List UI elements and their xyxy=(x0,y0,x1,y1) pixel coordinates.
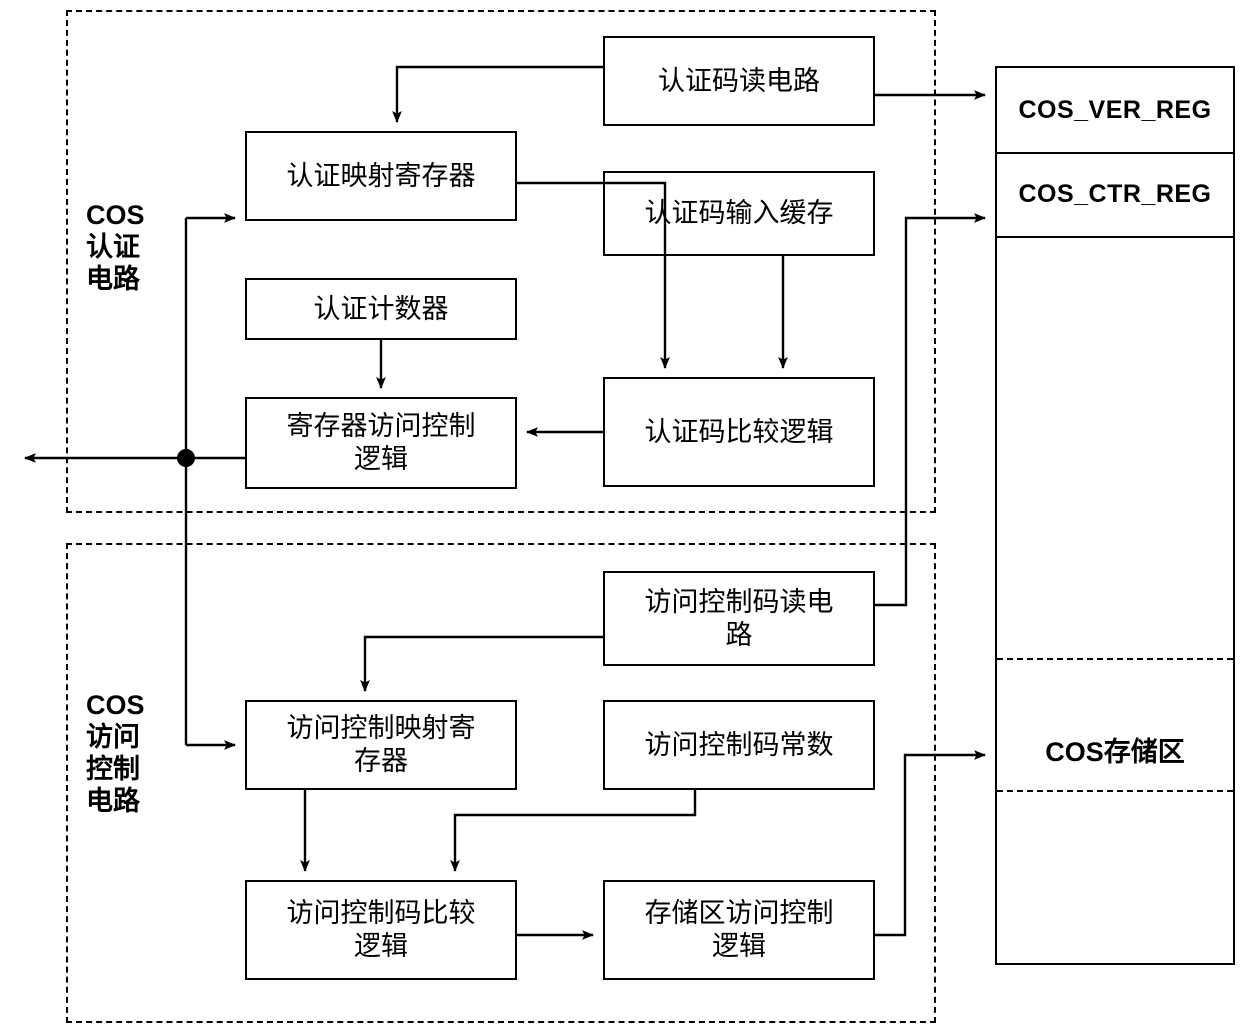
node-auth-map-register: 认证映射寄存器 xyxy=(245,131,517,221)
node-auth-code-input-buffer: 认证码输入缓存 xyxy=(603,171,875,256)
panel-divider-2 xyxy=(997,236,1233,238)
panel-label-cos-memory-area: COS存储区 xyxy=(1045,737,1185,767)
node-auth-code-compare-logic: 认证码比较逻辑 xyxy=(603,377,875,487)
node-auth-code-read-circuit: 认证码读电路 xyxy=(603,36,875,126)
node-register-access-control-logic: 寄存器访问控制 逻辑 xyxy=(245,397,517,489)
node-access-control-map-register: 访问控制映射寄 存器 xyxy=(245,700,517,790)
node-access-control-code-compare-logic: 访问控制码比较 逻辑 xyxy=(245,880,517,980)
diagram-canvas: COS 认证 电路 COS 访问 控制 电路 认证映射寄存器 认证码读电路 认证… xyxy=(0,0,1240,1033)
node-access-control-code-constant: 访问控制码常数 xyxy=(603,700,875,790)
node-auth-counter: 认证计数器 xyxy=(245,278,517,340)
panel-row-cos-ver-reg: COS_VER_REG xyxy=(1018,95,1212,124)
right-register-memory-panel: COS_VER_REG COS_CTR_REG COS存储区 xyxy=(995,66,1235,965)
node-access-control-code-read-circuit: 访问控制码读电 路 xyxy=(603,571,875,666)
group-label-cos-access-control-circuit: COS 访问 控制 电路 xyxy=(86,690,145,816)
panel-row-cos-ctr-reg: COS_CTR_REG xyxy=(1018,179,1212,208)
group-label-cos-auth-circuit: COS 认证 电路 xyxy=(86,200,145,294)
node-memory-access-control-logic: 存储区访问控制 逻辑 xyxy=(603,880,875,980)
panel-divider-memory-bottom xyxy=(997,790,1233,792)
panel-divider-memory-top xyxy=(997,658,1233,660)
